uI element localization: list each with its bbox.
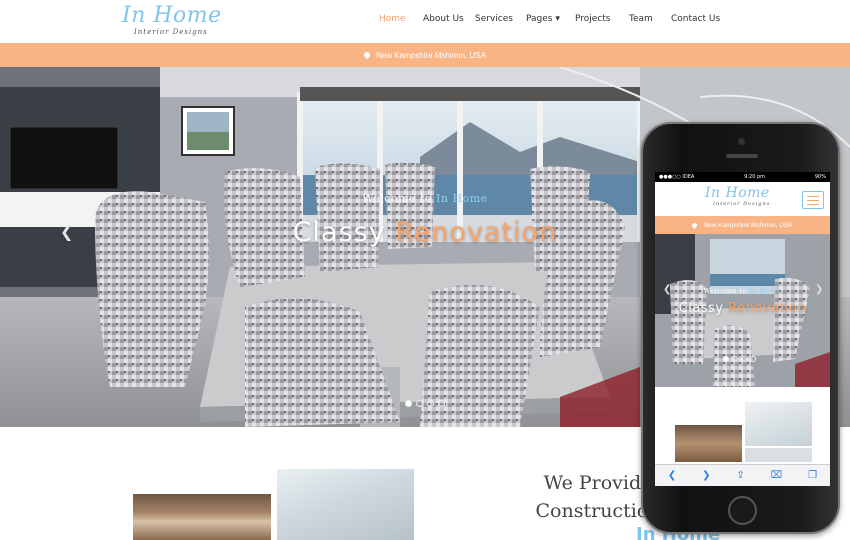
map-pin-icon	[362, 50, 372, 60]
navbar: In Home Interior Designs Home About Us S…	[0, 0, 850, 43]
slider-dot-1[interactable]	[723, 356, 729, 362]
interior-photo-1	[133, 494, 271, 540]
share-icon[interactable]: ⇪	[736, 470, 744, 481]
phone-status-bar: ●●●○○ IDEA 9:20 pm 90%	[655, 172, 830, 182]
phone-photo-2	[675, 425, 742, 462]
slider-dot-2[interactable]	[732, 356, 738, 362]
browser-toolbar: ❮ ❯ ⇪ ⌧ ❐	[655, 464, 830, 486]
map-pin-icon	[691, 221, 699, 229]
nav-home[interactable]: Home	[379, 14, 415, 24]
bookmarks-icon[interactable]: ⌧	[771, 470, 783, 481]
phone-location-bar: New Kampshire Mshinon, USA	[655, 216, 830, 234]
location-bar: New Kampshire Mshinon, USA	[0, 43, 850, 67]
back-icon[interactable]: ❮	[668, 470, 676, 481]
logo-title: In Home	[122, 3, 222, 28]
nav-pages-dropdown[interactable]: Pages ▾	[526, 14, 566, 24]
slider-dot-3[interactable]	[427, 400, 434, 407]
nav-contact-us[interactable]: Contact Us	[671, 14, 731, 24]
phone-slider-dots	[723, 356, 756, 362]
phone-hero-caption: Welcome to In Home Classy Renovation	[678, 287, 807, 316]
nav-services[interactable]: Services	[475, 14, 519, 24]
phone-mockup: ●●●○○ IDEA 9:20 pm 90% In Home Interior …	[641, 122, 840, 534]
chevron-left-icon[interactable]: ❮	[663, 284, 671, 295]
phone-gallery	[655, 402, 830, 462]
phone-photo-1	[745, 402, 812, 446]
phone-photo-3	[745, 448, 812, 462]
camera-icon	[738, 138, 745, 145]
slider-dot-4[interactable]	[438, 400, 445, 407]
slider-dot-3[interactable]	[741, 356, 747, 362]
location-text: New Kampshire Mshinon, USA	[376, 50, 486, 60]
phone-navbar: In Home Interior Designs	[655, 182, 830, 216]
home-button[interactable]	[728, 496, 757, 525]
nav-projects[interactable]: Projects	[575, 14, 619, 24]
phone-screen: ●●●○○ IDEA 9:20 pm 90% In Home Interior …	[655, 172, 830, 486]
hamburger-menu-icon[interactable]	[802, 191, 824, 209]
phone-hero: Welcome to In Home Classy Renovation ❮ ❯	[655, 234, 830, 387]
slider-dot-4[interactable]	[750, 356, 756, 362]
logo-tagline: Interior Designs	[134, 28, 208, 36]
slider-dot-2[interactable]	[416, 400, 423, 407]
nav-about-us[interactable]: About Us	[423, 14, 467, 24]
nav-team[interactable]: Team	[629, 14, 665, 24]
phone-logo[interactable]: In Home Interior Designs	[705, 186, 770, 208]
chevron-left-icon[interactable]: ❮	[60, 222, 73, 242]
forward-icon[interactable]: ❯	[702, 470, 710, 481]
tabs-icon[interactable]: ❐	[808, 470, 817, 481]
chevron-right-icon[interactable]: ❯	[815, 284, 823, 295]
interior-photo-2	[277, 469, 414, 540]
slider-dots	[405, 400, 445, 407]
logo[interactable]: In Home Interior Designs	[122, 4, 222, 40]
slider-dot-1[interactable]	[405, 400, 412, 407]
speaker-grille	[726, 154, 758, 158]
main-menu: Home About Us Services Pages ▾ Projects …	[370, 14, 731, 24]
